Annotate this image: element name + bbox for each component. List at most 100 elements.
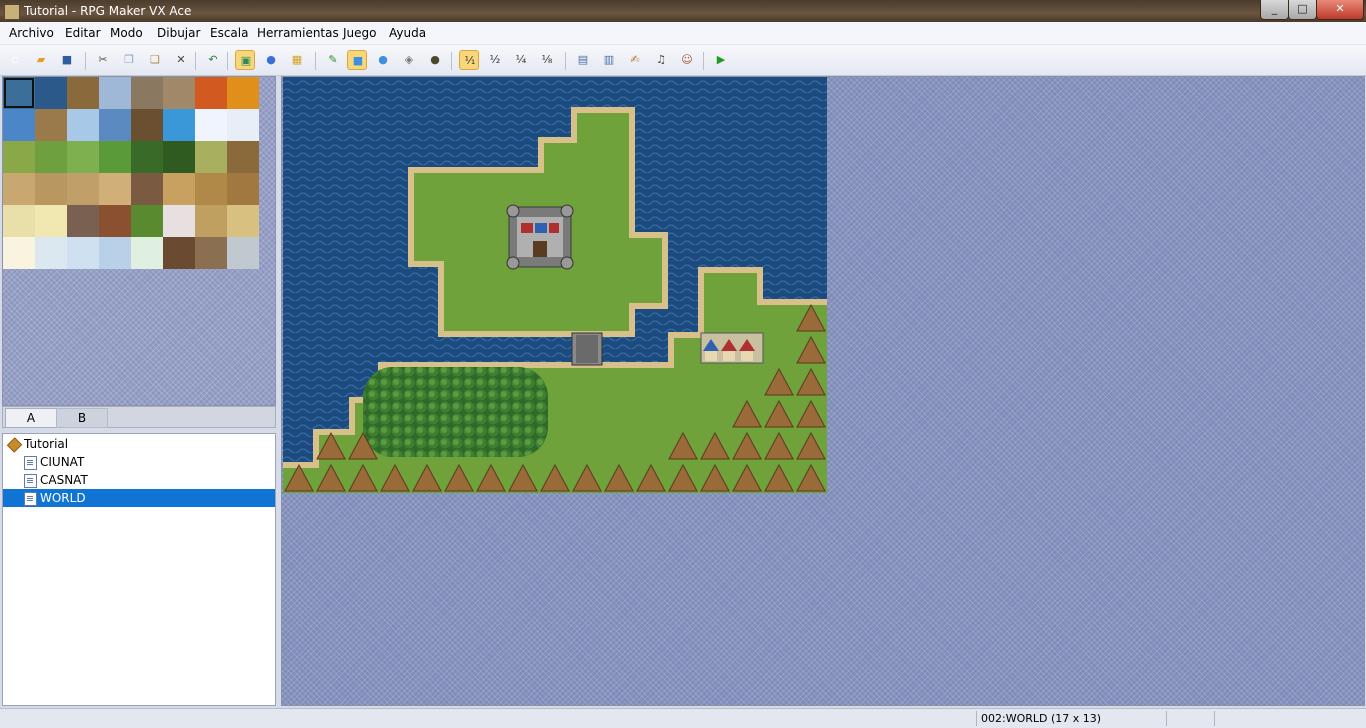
- minimize-button[interactable]: _: [1260, 0, 1289, 20]
- tile[interactable]: [3, 109, 35, 141]
- window-title: Tutorial - RPG Maker VX Ace: [24, 4, 192, 18]
- undo-button[interactable]: ↶: [203, 50, 223, 70]
- tile[interactable]: [67, 109, 99, 141]
- map-mode-button[interactable]: ▣: [235, 50, 255, 70]
- open-project-button[interactable]: ▰: [31, 50, 51, 70]
- tree-map-world[interactable]: WORLD: [3, 489, 275, 507]
- status-cell-empty: [1166, 711, 1215, 726]
- tree-map-casnat[interactable]: CASNAT: [3, 471, 275, 489]
- tile[interactable]: [67, 205, 99, 237]
- tile[interactable]: [131, 205, 163, 237]
- copy-button[interactable]: ❐: [119, 50, 139, 70]
- tile[interactable]: [227, 141, 259, 173]
- toolbar-separator: [703, 52, 704, 70]
- menu-herramientas[interactable]: Herramientas: [257, 26, 339, 40]
- tile[interactable]: [195, 141, 227, 173]
- tile[interactable]: [3, 173, 35, 205]
- character-generator-button[interactable]: ☺: [677, 50, 697, 70]
- menu-editar[interactable]: Editar: [65, 26, 101, 40]
- tile[interactable]: [35, 109, 67, 141]
- pencil-button[interactable]: ✎: [323, 50, 343, 70]
- ellipse-button[interactable]: ●: [373, 50, 393, 70]
- tile[interactable]: [131, 141, 163, 173]
- tile[interactable]: [227, 205, 259, 237]
- zoom-1-4-button[interactable]: ¹⁄₄: [511, 50, 531, 70]
- menu-archivo[interactable]: Archivo: [9, 26, 54, 40]
- tile[interactable]: [67, 237, 99, 269]
- script-editor-button[interactable]: ✍: [625, 50, 645, 70]
- save-project-button[interactable]: ■: [57, 50, 77, 70]
- tile[interactable]: [99, 205, 131, 237]
- tile[interactable]: [163, 77, 195, 109]
- tile[interactable]: [99, 237, 131, 269]
- world-map-canvas[interactable]: [283, 77, 827, 493]
- tile[interactable]: [3, 141, 35, 173]
- menu-dibujar[interactable]: Dibujar: [157, 26, 200, 40]
- close-button[interactable]: ✕: [1316, 0, 1364, 20]
- tile[interactable]: [35, 205, 67, 237]
- tile[interactable]: [195, 109, 227, 141]
- database-button[interactable]: ▤: [573, 50, 593, 70]
- tile[interactable]: [3, 77, 35, 109]
- tile[interactable]: [227, 77, 259, 109]
- tile[interactable]: [67, 77, 99, 109]
- zoom-1-2-button[interactable]: ¹⁄₂: [485, 50, 505, 70]
- maximize-button[interactable]: □: [1288, 0, 1317, 20]
- tile[interactable]: [67, 141, 99, 173]
- tile[interactable]: [3, 205, 35, 237]
- tile[interactable]: [35, 141, 67, 173]
- tile[interactable]: [163, 237, 195, 269]
- paste-button[interactable]: ❑: [145, 50, 165, 70]
- region-mode-button[interactable]: ▦: [287, 50, 307, 70]
- sound-test-button[interactable]: ♫: [651, 50, 671, 70]
- menu-escala[interactable]: Escala: [210, 26, 248, 40]
- tile[interactable]: [227, 173, 259, 205]
- toolbar-separator: [315, 52, 316, 70]
- fill-button[interactable]: ◈: [399, 50, 419, 70]
- tile[interactable]: [195, 77, 227, 109]
- shadow-pen-button[interactable]: ●: [425, 50, 445, 70]
- menu-modo[interactable]: Modo: [110, 26, 143, 40]
- tile[interactable]: [131, 237, 163, 269]
- tile[interactable]: [163, 141, 195, 173]
- tile[interactable]: [227, 109, 259, 141]
- event-mode-button[interactable]: ●: [261, 50, 281, 70]
- menu-ayuda[interactable]: Ayuda: [389, 26, 426, 40]
- tile[interactable]: [35, 237, 67, 269]
- tile[interactable]: [99, 141, 131, 173]
- tile[interactable]: [131, 109, 163, 141]
- tree-map-ciunat[interactable]: CIUNAT: [3, 453, 275, 471]
- tile[interactable]: [163, 173, 195, 205]
- tile[interactable]: [99, 109, 131, 141]
- status-bar: 002:WORLD (17 x 13): [0, 708, 1366, 728]
- menu-juego[interactable]: Juego: [343, 26, 377, 40]
- tile[interactable]: [99, 173, 131, 205]
- tree-project[interactable]: Tutorial: [3, 435, 275, 453]
- tile[interactable]: [163, 205, 195, 237]
- new-project-button[interactable]: ▫: [5, 50, 25, 70]
- tile[interactable]: [227, 237, 259, 269]
- cut-button[interactable]: ✂: [93, 50, 113, 70]
- map-tree: Tutorial CIUNAT CASNAT WORLD: [2, 433, 276, 706]
- tile[interactable]: [3, 237, 35, 269]
- tab-a[interactable]: A: [5, 408, 57, 427]
- map-editor-area[interactable]: [281, 76, 1365, 706]
- tile[interactable]: [195, 173, 227, 205]
- tile[interactable]: [67, 173, 99, 205]
- playtest-button[interactable]: ▶: [711, 50, 731, 70]
- zoom-1-1-button[interactable]: ¹⁄₁: [459, 50, 479, 70]
- zoom-1-8-button[interactable]: ¹⁄₈: [537, 50, 557, 70]
- delete-button[interactable]: ✕: [171, 50, 191, 70]
- tile[interactable]: [195, 237, 227, 269]
- tile[interactable]: [131, 173, 163, 205]
- tile[interactable]: [35, 77, 67, 109]
- tab-b[interactable]: B: [56, 408, 108, 428]
- castle: [506, 204, 574, 270]
- tile[interactable]: [35, 173, 67, 205]
- tile[interactable]: [131, 77, 163, 109]
- rectangle-button[interactable]: ■: [347, 50, 367, 70]
- resource-manager-button[interactable]: ▥: [599, 50, 619, 70]
- tile[interactable]: [163, 109, 195, 141]
- tile[interactable]: [99, 77, 131, 109]
- tile[interactable]: [195, 205, 227, 237]
